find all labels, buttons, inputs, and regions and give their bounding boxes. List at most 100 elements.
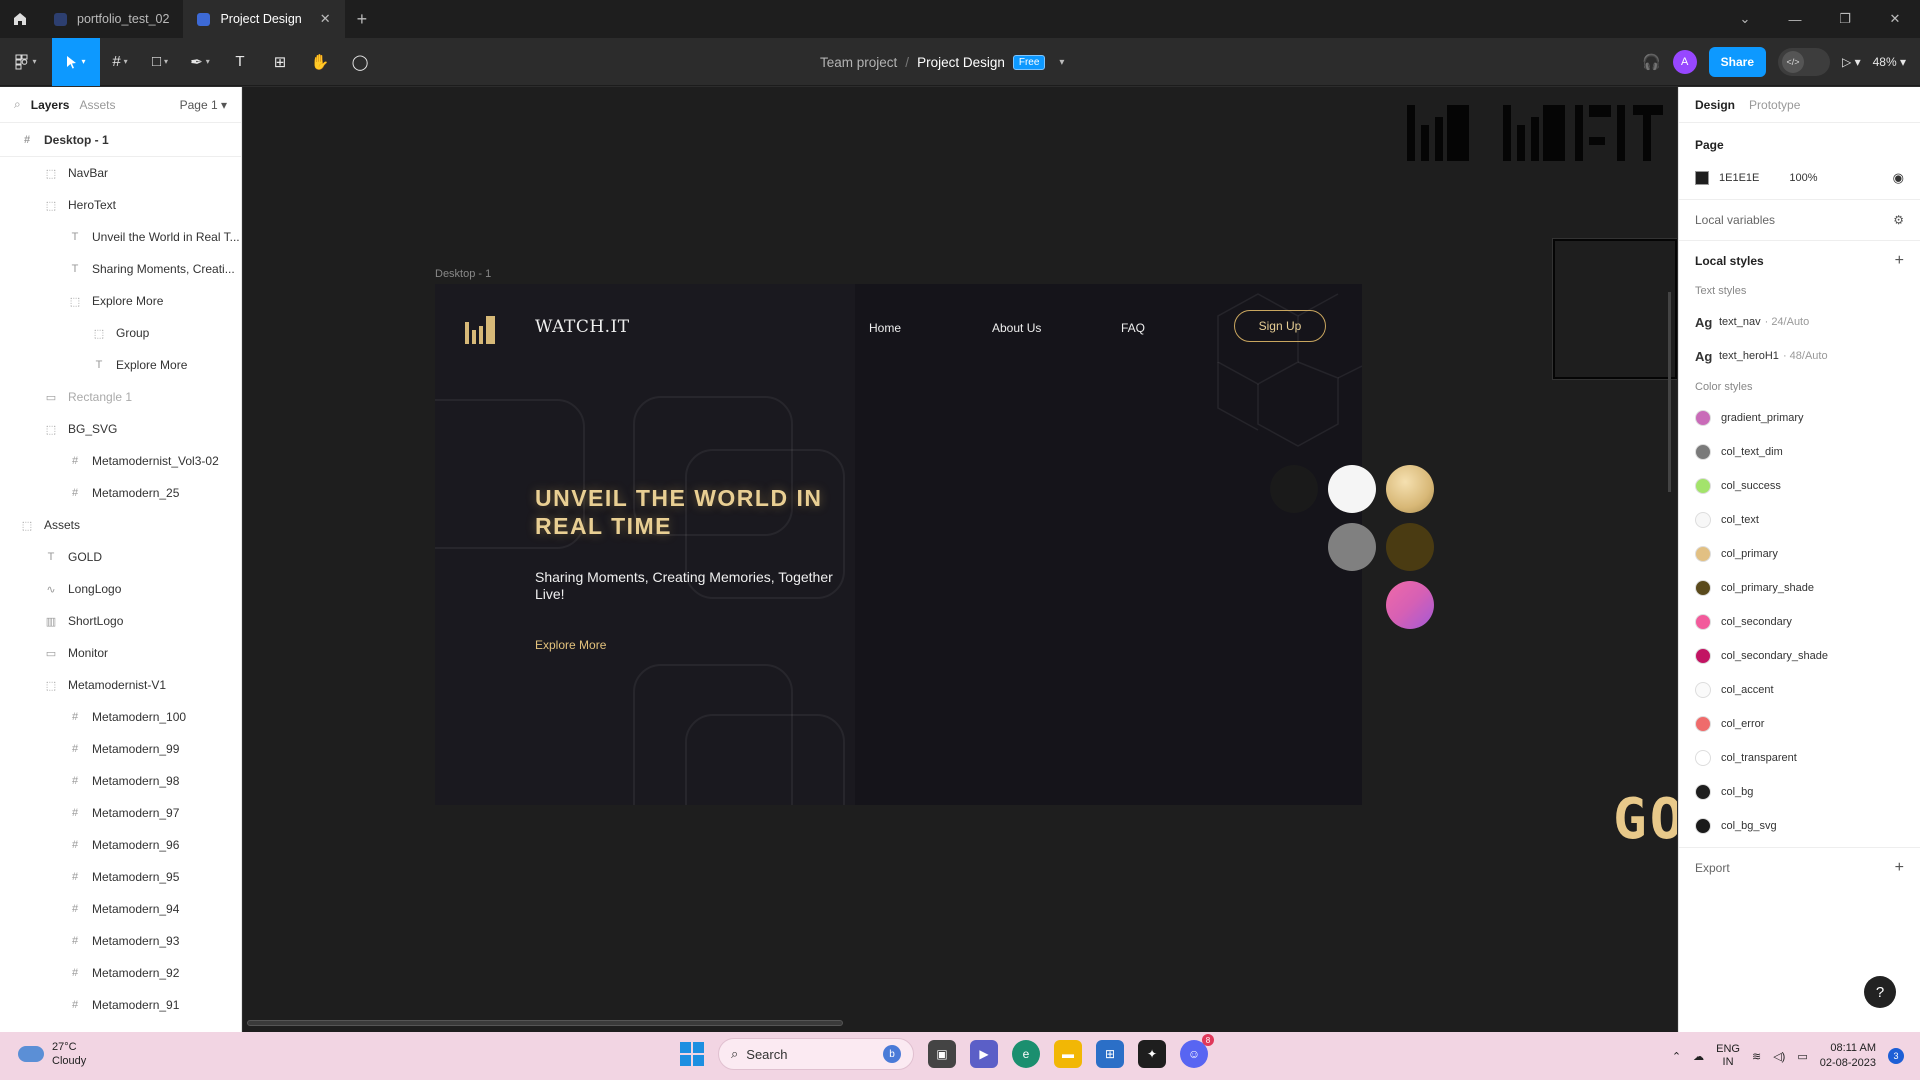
color-style-row[interactable]: col_text_dim (1695, 435, 1904, 469)
layer-row[interactable]: # Metamodern_93 (0, 925, 241, 957)
volume-icon[interactable]: ◁) (1773, 1050, 1785, 1063)
zoom-dropdown[interactable]: 48% ▾ (1873, 55, 1906, 69)
add-export-icon[interactable]: + (1895, 859, 1904, 877)
nav-faq[interactable]: FAQ (1121, 321, 1145, 335)
frame-tool-button[interactable]: # ▾ (100, 38, 140, 86)
resources-button[interactable]: ⊞ (260, 38, 300, 86)
layer-row[interactable]: # Metamodern_92 (0, 957, 241, 989)
layer-row[interactable]: ⬚ BG_SVG (0, 413, 241, 445)
layer-row[interactable]: ⬚ Group (0, 317, 241, 349)
layer-row[interactable]: # Desktop - 1 (0, 123, 241, 157)
layer-row[interactable]: # Metamodern_100 (0, 701, 241, 733)
layer-row[interactable]: # Metamodern_96 (0, 829, 241, 861)
page-background-row[interactable]: 1E1E1E 100% ◉ (1695, 161, 1904, 195)
frame-label[interactable]: Desktop - 1 (435, 268, 491, 280)
new-tab-button[interactable]: + (345, 9, 380, 30)
color-swatch-circle[interactable] (1270, 465, 1318, 513)
language-indicator[interactable]: ENG IN (1716, 1043, 1740, 1069)
chevron-down-icon[interactable]: ▾ (1059, 57, 1064, 68)
layer-row[interactable]: T Unveil the World in Real T... (0, 221, 241, 253)
color-swatch-circle[interactable] (1328, 523, 1376, 571)
taskbar-search[interactable]: ⌕ Search b (718, 1038, 914, 1070)
local-variables-row[interactable]: Local variables ⚙ (1695, 204, 1904, 236)
color-swatch-circle[interactable] (1386, 523, 1434, 571)
search-icon[interactable]: ⌕ (14, 97, 21, 112)
layer-row[interactable]: T GOLD (0, 541, 241, 573)
variables-settings-icon[interactable]: ⚙ (1893, 213, 1904, 227)
nav-about[interactable]: About Us (992, 321, 1041, 335)
plan-badge[interactable]: Free (1012, 54, 1046, 70)
color-swatch-circle[interactable] (1386, 581, 1434, 629)
add-style-icon[interactable]: + (1895, 252, 1904, 270)
explore-more-button[interactable]: Explore More (535, 638, 606, 652)
store-icon[interactable]: ⊞ (1096, 1040, 1124, 1068)
gold-text-asset[interactable]: GO (1613, 787, 1677, 852)
shape-tool-button[interactable]: □ ▾ (140, 38, 180, 86)
main-menu-button[interactable]: ▾ (0, 38, 52, 86)
task-view-icon[interactable]: ▣ (928, 1040, 956, 1068)
tab-prototype[interactable]: Prototype (1749, 98, 1800, 112)
layer-row[interactable]: # Metamodern_95 (0, 861, 241, 893)
discord-icon[interactable]: ☺ 8 (1180, 1034, 1214, 1068)
tab-assets[interactable]: Assets (79, 98, 115, 112)
help-button[interactable]: ? (1864, 976, 1896, 1008)
export-row[interactable]: Export + (1695, 852, 1904, 884)
layer-row[interactable]: ▥ ShortLogo (0, 605, 241, 637)
start-button[interactable] (680, 1042, 704, 1066)
layer-row[interactable]: # Metamodern_97 (0, 797, 241, 829)
text-tool-button[interactable]: T (220, 38, 260, 86)
layer-row[interactable]: ∿ LongLogo (0, 573, 241, 605)
color-style-row[interactable]: col_text (1695, 503, 1904, 537)
layer-row[interactable]: # Metamodernist_Vol3-02 (0, 445, 241, 477)
color-style-row[interactable]: col_transparent (1695, 741, 1904, 775)
layer-row[interactable]: # Metamodern_94 (0, 893, 241, 925)
page-color-hex[interactable]: 1E1E1E (1719, 172, 1759, 184)
dev-mode-toggle[interactable]: </> (1778, 48, 1831, 76)
layer-row[interactable]: # Metamodern_99 (0, 733, 241, 765)
bing-icon[interactable]: b (883, 1045, 901, 1063)
color-swatch-circle[interactable] (1328, 465, 1376, 513)
team-link[interactable]: Team project (820, 55, 897, 70)
notification-badge[interactable]: 3 (1888, 1048, 1904, 1064)
tab-portfolio[interactable]: portfolio_test_02 (40, 0, 183, 38)
layer-row[interactable]: ⬚ Explore More (0, 285, 241, 317)
horizontal-scrollbar[interactable] (247, 1020, 843, 1026)
dropdown-icon[interactable]: ⌄ (1720, 11, 1770, 27)
text-style-row[interactable]: Ag text_heroH1 · 48/Auto (1695, 339, 1904, 373)
figma-app-icon[interactable]: ✦ (1138, 1040, 1166, 1068)
minimize-button[interactable]: — (1770, 12, 1820, 27)
color-style-row[interactable]: col_error (1695, 707, 1904, 741)
teams-icon[interactable]: ▶ (970, 1040, 998, 1068)
signup-button[interactable]: Sign Up (1234, 310, 1326, 342)
pen-tool-button[interactable]: ✒ ▾ (180, 38, 220, 86)
layer-row[interactable]: # Metamodern_25 (0, 477, 241, 509)
layer-row[interactable]: T Explore More (0, 349, 241, 381)
restore-button[interactable]: ❐ (1820, 11, 1870, 27)
home-icon[interactable] (0, 0, 40, 38)
monitor-asset[interactable] (1552, 238, 1677, 380)
canvas[interactable]: Desktop - 1 WATCH.IT Home About Us FAQ S… (243, 87, 1677, 1032)
color-style-row[interactable]: col_primary_shade (1695, 571, 1904, 605)
eye-icon[interactable]: ◉ (1893, 170, 1904, 186)
tab-project-design[interactable]: Project Design ✕ (183, 0, 345, 38)
color-style-row[interactable]: col_secondary (1695, 605, 1904, 639)
color-style-row[interactable]: gradient_primary (1695, 401, 1904, 435)
page-selector[interactable]: Page 1 ▾ (180, 98, 227, 112)
color-style-row[interactable]: col_primary (1695, 537, 1904, 571)
present-button[interactable]: ▷ ▾ (1842, 55, 1861, 69)
file-name[interactable]: Project Design (917, 55, 1005, 70)
edge-icon[interactable]: e (1012, 1040, 1040, 1068)
color-style-row[interactable]: col_accent (1695, 673, 1904, 707)
clock[interactable]: 08:11 AM 02-08-2023 (1820, 1041, 1876, 1071)
color-swatch-circle[interactable] (1386, 465, 1434, 513)
hand-tool-button[interactable]: ✋ (300, 38, 340, 86)
battery-icon[interactable]: ▭ (1797, 1050, 1807, 1063)
share-button[interactable]: Share (1708, 47, 1767, 77)
page-opacity[interactable]: 100% (1789, 172, 1817, 184)
color-style-row[interactable]: col_secondary_shade (1695, 639, 1904, 673)
move-tool-button[interactable]: ▾ (52, 37, 100, 86)
layer-row[interactable]: T Sharing Moments, Creati... (0, 253, 241, 285)
avatar[interactable]: A (1672, 50, 1697, 74)
text-style-row[interactable]: Ag text_nav · 24/Auto (1695, 305, 1904, 339)
color-style-row[interactable]: col_bg_svg (1695, 809, 1904, 843)
